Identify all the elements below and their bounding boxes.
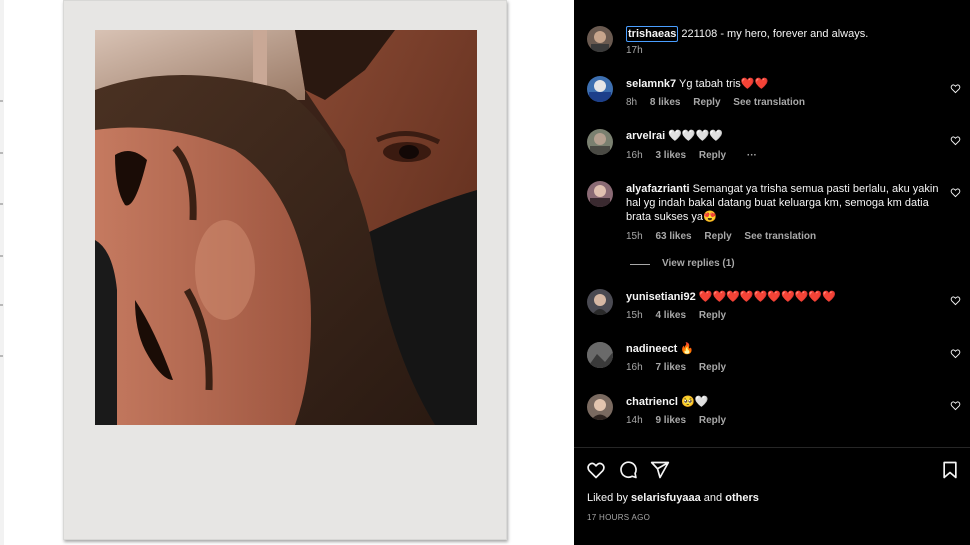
comment-username[interactable]: arvelrai <box>626 130 665 142</box>
comment-text: chatriencl 🥺🤍 <box>626 395 946 409</box>
reply-button[interactable]: Reply <box>699 150 726 161</box>
heart-icon[interactable] <box>950 83 961 94</box>
liked-by-line: Liked by selarisfuyaaa and others <box>587 492 759 504</box>
comment-time: 15h <box>626 231 643 242</box>
caption: trishaeas 221108 - my hero, forever and … <box>626 26 956 42</box>
comment-time: 16h <box>626 362 643 373</box>
comments-panel: trishaeas 221108 - my hero, forever and … <box>574 0 970 545</box>
caption-meta: 17h <box>626 45 653 56</box>
comment-body: Yg tabah tris❤️❤️ <box>679 78 769 90</box>
comment-likes[interactable]: 7 likes <box>655 362 686 373</box>
comment-likes[interactable]: 9 likes <box>655 415 686 426</box>
edge-mark <box>0 304 3 306</box>
avatar[interactable] <box>587 181 613 207</box>
caption-text: 221108 - my hero, forever and always. <box>681 28 869 40</box>
heart-icon[interactable] <box>586 460 606 480</box>
photo-viewer-area <box>0 0 574 545</box>
comment-username[interactable]: selamnk7 <box>626 78 676 90</box>
comment-username[interactable]: nadineect <box>626 343 677 355</box>
reply-button[interactable]: Reply <box>699 362 726 373</box>
heart-icon[interactable] <box>950 135 961 146</box>
liked-prefix: Liked by <box>587 492 632 504</box>
reply-button[interactable]: Reply <box>699 310 726 321</box>
replies-divider <box>630 264 650 265</box>
comment-time: 15h <box>626 310 643 321</box>
comment-likes[interactable]: 63 likes <box>655 231 691 242</box>
heart-icon[interactable] <box>950 400 961 411</box>
comment-text: alyafazrianti Semangat ya trisha semua p… <box>626 182 946 224</box>
comment-likes[interactable]: 3 likes <box>655 150 686 161</box>
liked-by-others[interactable]: others <box>725 492 759 504</box>
post-photo[interactable] <box>95 30 477 425</box>
comment-body: 🤍🤍🤍🤍 <box>668 130 724 142</box>
view-replies-button[interactable]: View replies (1) <box>662 258 735 269</box>
edge-mark <box>0 355 3 357</box>
comment-icon[interactable] <box>618 460 638 480</box>
liked-and: and <box>700 492 726 504</box>
avatar[interactable] <box>587 129 613 155</box>
reply-button[interactable]: Reply <box>693 97 720 108</box>
edge-mark <box>0 152 3 154</box>
edge-mark <box>0 255 3 257</box>
comment-meta: 15h 63 likes Reply See translation <box>626 231 826 242</box>
comment-likes[interactable]: 8 likes <box>650 97 681 108</box>
avatar[interactable] <box>587 26 613 52</box>
comment-body: 🥺🤍 <box>681 396 709 408</box>
reply-button[interactable]: Reply <box>704 231 731 242</box>
comment-meta: 15h 4 likes Reply <box>626 310 736 321</box>
comment-text: arvelrai 🤍🤍🤍🤍 <box>626 129 946 143</box>
comment-meta: 14h 9 likes Reply <box>626 415 736 426</box>
comment-time: 14h <box>626 415 643 426</box>
comment-meta: 16h 3 likes Reply ··· <box>626 150 767 161</box>
comment-likes[interactable]: 4 likes <box>655 310 686 321</box>
left-edge-strip <box>0 0 4 545</box>
see-translation-button[interactable]: See translation <box>733 97 805 108</box>
heart-icon[interactable] <box>950 348 961 359</box>
comment-body: 🔥 <box>680 343 695 355</box>
comment-meta: 16h 7 likes Reply <box>626 362 736 373</box>
caption-username[interactable]: trishaeas <box>626 26 679 42</box>
post-timestamp[interactable]: 17 HOURS AGO <box>587 513 650 522</box>
avatar[interactable] <box>587 289 613 315</box>
heart-icon[interactable] <box>950 295 961 306</box>
comment-body: ❤️❤️❤️❤️❤️❤️❤️❤️❤️❤️ <box>698 291 836 303</box>
photo-illustration <box>95 30 477 425</box>
comment-username[interactable]: chatriencl <box>626 396 678 408</box>
avatar[interactable] <box>587 76 613 102</box>
comment-username[interactable]: yunisetiani92 <box>626 291 696 303</box>
avatar[interactable] <box>587 342 613 368</box>
more-options-icon[interactable]: ··· <box>747 150 757 161</box>
caption-time: 17h <box>626 45 643 56</box>
heart-icon[interactable] <box>950 187 961 198</box>
polaroid-frame <box>63 0 507 540</box>
avatar[interactable] <box>587 394 613 420</box>
see-translation-button[interactable]: See translation <box>744 231 816 242</box>
share-icon[interactable] <box>650 460 670 480</box>
bookmark-icon[interactable] <box>940 460 960 480</box>
comment-meta: 8h 8 likes Reply See translation <box>626 97 815 108</box>
liked-by-user[interactable]: selarisfuyaaa <box>631 492 701 504</box>
comment-text: selamnk7 Yg tabah tris❤️❤️ <box>626 77 946 91</box>
comment-text: nadineect 🔥 <box>626 342 946 356</box>
reply-button[interactable]: Reply <box>699 415 726 426</box>
comment-text: yunisetiani92 ❤️❤️❤️❤️❤️❤️❤️❤️❤️❤️ <box>626 290 946 304</box>
edge-mark <box>0 203 3 205</box>
comment-time: 16h <box>626 150 643 161</box>
panel-divider <box>574 447 970 448</box>
comment-username[interactable]: alyafazrianti <box>626 183 690 195</box>
edge-mark <box>0 100 3 102</box>
comment-time: 8h <box>626 97 638 108</box>
